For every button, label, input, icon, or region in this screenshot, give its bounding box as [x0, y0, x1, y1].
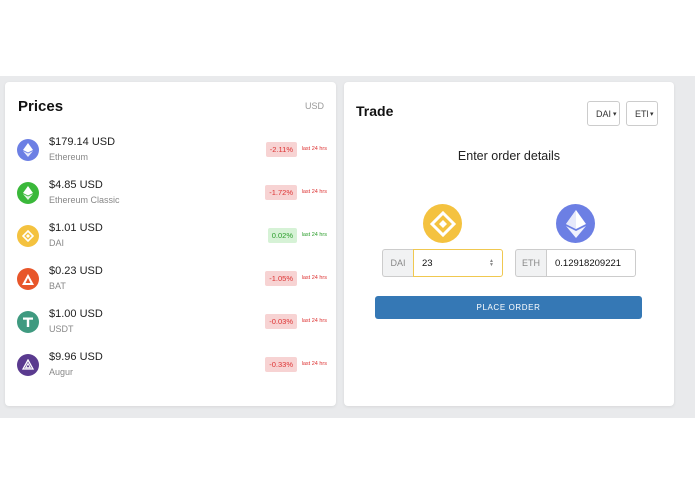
- to-amount-value: 0.12918209221: [555, 257, 622, 269]
- change-badge: -0.03%: [265, 314, 297, 329]
- coin-price: $0.23 USD: [49, 265, 103, 277]
- from-amount-value: 23: [422, 257, 433, 269]
- prices-title: Prices: [18, 98, 64, 115]
- coin-name: DAI: [49, 238, 65, 248]
- ethereum-classic-icon: [17, 182, 39, 204]
- to-amount-group: ETH 0.12918209221: [515, 249, 636, 277]
- trade-title: Trade: [356, 103, 394, 119]
- price-row-usdt[interactable]: $1.00 USD USDT -0.03% last 24 hrs: [17, 304, 327, 340]
- change-period: last 24 hrs: [301, 232, 327, 238]
- currency-label: USD: [304, 101, 324, 111]
- price-row-ethereum-classic[interactable]: $4.85 USD Ethereum Classic -1.72% last 2…: [17, 175, 327, 211]
- caret-down-icon: ▾: [650, 110, 654, 118]
- change-period: last 24 hrs: [301, 189, 327, 195]
- from-currency-value: DAI: [596, 108, 612, 119]
- change-period: last 24 hrs: [301, 361, 327, 367]
- coin-name: USDT: [49, 324, 74, 334]
- from-symbol-addon: DAI: [382, 249, 413, 277]
- change-period: last 24 hrs: [301, 275, 327, 281]
- from-currency-select[interactable]: DAI ▾: [587, 101, 620, 126]
- from-amount-input[interactable]: 23 ▲ ▼: [413, 249, 503, 277]
- to-symbol-addon: ETH: [515, 249, 546, 277]
- change-badge: -2.11%: [265, 142, 297, 157]
- to-currency-value: ETH: [635, 108, 648, 119]
- place-order-button[interactable]: PLACE ORDER: [375, 296, 642, 319]
- coin-name: Augur: [49, 367, 74, 377]
- from-amount-group: DAI 23 ▲ ▼: [382, 249, 503, 277]
- number-spinner-icon[interactable]: ▲ ▼: [489, 259, 494, 268]
- augur-icon: [17, 354, 39, 376]
- coin-price: $1.00 USD: [49, 308, 103, 320]
- bat-icon: [17, 268, 39, 290]
- change-period: last 24 hrs: [301, 146, 327, 152]
- price-row-ethereum[interactable]: $179.14 USD Ethereum -2.11% last 24 hrs: [17, 132, 327, 168]
- ethereum-icon: [556, 204, 595, 243]
- coin-name: Ethereum: [49, 152, 89, 162]
- dai-icon: [17, 225, 39, 247]
- trade-card: Trade DAI▾ ETH▾ Enter order details DAI …: [344, 82, 674, 406]
- coin-price: $9.96 USD: [49, 351, 103, 363]
- order-heading: Enter order details: [457, 149, 561, 163]
- change-badge: -1.05%: [265, 271, 297, 286]
- coin-name: Ethereum Classic: [49, 195, 120, 205]
- price-row-bat[interactable]: $0.23 USD BAT -1.05% last 24 hrs: [17, 261, 327, 297]
- to-currency-select[interactable]: ETH▾: [626, 101, 658, 126]
- change-period: last 24 hrs: [301, 318, 327, 324]
- change-badge: -0.33%: [265, 357, 297, 372]
- coin-price: $4.85 USD: [49, 179, 103, 191]
- coin-name: BAT: [49, 281, 66, 291]
- price-row-augur[interactable]: $9.96 USD Augur -0.33% last 24 hrs: [17, 347, 327, 383]
- dai-icon: [423, 204, 462, 243]
- coin-price: $179.14 USD: [49, 136, 116, 148]
- caret-down-icon: ▾: [613, 110, 617, 118]
- tether-icon: [17, 311, 39, 333]
- coin-price: $1.01 USD: [49, 222, 103, 234]
- prices-card: Prices USD $179.14 USD Ethereum -2.11% l…: [5, 82, 336, 406]
- price-row-dai[interactable]: $1.01 USD DAI 0.02% last 24 hrs: [17, 218, 327, 254]
- to-amount-input[interactable]: 0.12918209221: [546, 249, 636, 277]
- ethereum-icon: [17, 139, 39, 161]
- change-badge: 0.02%: [267, 228, 297, 243]
- change-badge: -1.72%: [265, 185, 297, 200]
